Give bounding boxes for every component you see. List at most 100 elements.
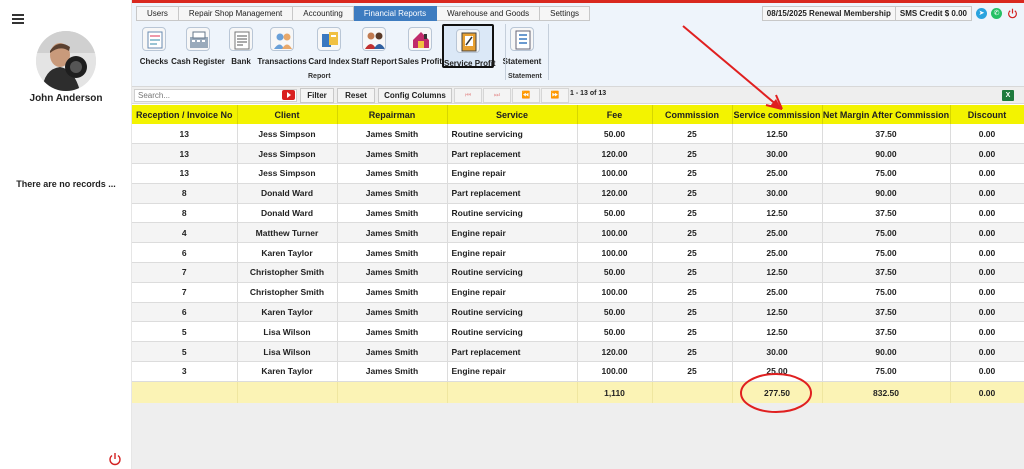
net-margin-cell: 37.50 <box>822 203 951 224</box>
table-row[interactable]: 5 Lisa Wilson James Smith Part replacement 1… <box>132 341 1024 363</box>
repairman-cell: James Smith <box>337 242 448 264</box>
card-index-label: Card Index <box>308 57 350 66</box>
column-header-discount[interactable]: Discount <box>950 105 1024 124</box>
previous-page-button[interactable]: ⏪ <box>512 88 540 103</box>
first-page-button[interactable]: ⏮ <box>454 88 482 103</box>
table-row[interactable]: 3 Karen Taylor James Smith Engine repair 100… <box>132 361 1024 382</box>
top-bar: Users Repair Shop Management Accounting … <box>132 0 1024 86</box>
config-columns-button[interactable]: Config Columns <box>378 88 452 103</box>
total-cell <box>447 381 578 404</box>
client-cell: Donald Ward <box>237 203 338 224</box>
commission-cell: 25 <box>652 183 733 204</box>
net-margin-cell: 75.00 <box>822 163 951 184</box>
statement-icon <box>510 27 534 51</box>
filter-button[interactable]: Filter <box>300 88 334 103</box>
tab-users[interactable]: Users <box>136 6 179 21</box>
net-margin-cell: 90.00 <box>822 143 951 165</box>
bank-button[interactable]: Bank <box>226 24 256 68</box>
table-row[interactable]: 6 Karen Taylor James Smith Routine servicin… <box>132 302 1024 323</box>
telegram-icon[interactable]: ➤ <box>976 8 987 19</box>
table-row[interactable]: 6 Karen Taylor James Smith Engine repair 100… <box>132 242 1024 264</box>
cash-register-button[interactable]: Cash Register <box>170 24 226 68</box>
statement-label: Statement <box>502 57 542 66</box>
net-margin-cell: 37.50 <box>822 321 951 343</box>
tab-repair-shop-management[interactable]: Repair Shop Management <box>178 6 294 21</box>
cash-register-icon <box>186 27 210 51</box>
repairman-cell: James Smith <box>337 321 448 343</box>
repairman-cell: James Smith <box>337 183 448 204</box>
renewal-membership[interactable]: 08/15/2025 Renewal Membership <box>761 6 896 21</box>
column-header-invoice[interactable]: Reception / Invoice No <box>132 105 238 124</box>
excel-export-icon[interactable]: X <box>1002 90 1014 101</box>
service-profit-button[interactable]: Service Profit <box>442 24 496 68</box>
commission-cell: 25 <box>652 361 733 382</box>
total-net-margin: 832.50 <box>822 381 951 404</box>
report-toolbar: Checks Cash Register Bank Transactions C… <box>138 24 542 82</box>
commission-cell: 25 <box>652 302 733 323</box>
power-icon[interactable] <box>1007 8 1018 19</box>
column-header-service[interactable]: Service <box>447 105 578 124</box>
total-cell <box>237 381 338 404</box>
column-header-net-margin[interactable]: Net Margin After Commission <box>822 105 951 124</box>
client-cell: Karen Taylor <box>237 302 338 323</box>
column-header-client[interactable]: Client <box>237 105 338 124</box>
column-header-service-commission[interactable]: Service commission <box>732 105 823 124</box>
column-header-repairman[interactable]: Repairman <box>337 105 448 124</box>
net-margin-cell: 75.00 <box>822 242 951 264</box>
invoice-cell: 5 <box>132 341 238 363</box>
whatsapp-icon[interactable]: ✆ <box>991 8 1002 19</box>
hamburger-menu-icon[interactable] <box>12 14 24 24</box>
table-row[interactable]: 8 Donald Ward James Smith Routine servicing… <box>132 203 1024 224</box>
fee-cell: 100.00 <box>577 242 653 264</box>
tab-financial-reports[interactable]: Financial Reports <box>353 6 438 21</box>
logout-power-icon[interactable] <box>108 452 122 466</box>
repairman-cell: James Smith <box>337 163 448 184</box>
sms-credit[interactable]: SMS Credit $ 0.00 <box>895 6 972 21</box>
net-margin-cell: 75.00 <box>822 222 951 244</box>
repairman-cell: James Smith <box>337 361 448 382</box>
statement-button[interactable]: Statement <box>502 24 542 68</box>
fee-cell: 120.00 <box>577 183 653 204</box>
repairman-cell: James Smith <box>337 302 448 323</box>
next-page-button[interactable]: ⏩ <box>541 88 569 103</box>
staff-report-button[interactable]: Staff Report <box>350 24 398 68</box>
tab-warehouse-and-goods[interactable]: Warehouse and Goods <box>437 6 541 21</box>
client-cell: Jess Simpson <box>237 124 338 145</box>
service-cell: Routine servicing <box>447 203 578 224</box>
checks-button[interactable]: Checks <box>138 24 170 68</box>
table-row[interactable]: 5 Lisa Wilson James Smith Routine servicing… <box>132 321 1024 343</box>
table-row[interactable]: 4 Matthew Turner James Smith Engine repair 1… <box>132 222 1024 244</box>
staff-report-label: Staff Report <box>351 57 397 66</box>
search-input[interactable] <box>134 89 297 102</box>
reset-button[interactable]: Reset <box>337 88 375 103</box>
sales-profit-button[interactable]: Sales Profit <box>398 24 442 68</box>
column-header-commission[interactable]: Commission <box>652 105 733 124</box>
sales-profit-label: Sales Profit <box>398 57 443 66</box>
table-row[interactable]: 7 Christopher Smith James Smith Routine ser… <box>132 262 1024 283</box>
table-row[interactable]: 7 Christopher Smith James Smith Engine repa… <box>132 282 1024 303</box>
table-row[interactable]: 13 Jess Simpson James Smith Engine repair 10… <box>132 163 1024 184</box>
last-page-button[interactable]: ⏭ <box>483 88 511 103</box>
table-row[interactable]: 13 Jess Simpson James Smith Part replacemen… <box>132 143 1024 165</box>
commission-cell: 25 <box>652 321 733 343</box>
card-index-button[interactable]: Card Index <box>308 24 350 68</box>
transactions-button[interactable]: Transactions <box>256 24 308 68</box>
avatar[interactable] <box>36 31 96 91</box>
invoice-cell: 5 <box>132 321 238 343</box>
service-profit-table: Reception / Invoice No Client Repairman … <box>132 105 1024 404</box>
table-row[interactable]: 13 Jess Simpson James Smith Routine servici… <box>132 124 1024 145</box>
column-header-fee[interactable]: Fee <box>577 105 653 124</box>
service-commission-cell: 25.00 <box>732 163 823 184</box>
video-help-icon[interactable] <box>282 90 295 100</box>
client-cell: Donald Ward <box>237 183 338 204</box>
discount-cell: 0.00 <box>950 282 1024 303</box>
discount-cell: 0.00 <box>950 124 1024 145</box>
table-row[interactable]: 8 Donald Ward James Smith Part replacement 1… <box>132 183 1024 204</box>
tab-accounting[interactable]: Accounting <box>293 6 354 21</box>
invoice-cell: 6 <box>132 242 238 264</box>
statement-group-label: Statement <box>508 73 542 80</box>
tab-settings[interactable]: Settings <box>540 6 591 21</box>
service-commission-cell: 25.00 <box>732 242 823 264</box>
checks-label: Checks <box>139 57 169 66</box>
service-cell: Engine repair <box>447 282 578 303</box>
